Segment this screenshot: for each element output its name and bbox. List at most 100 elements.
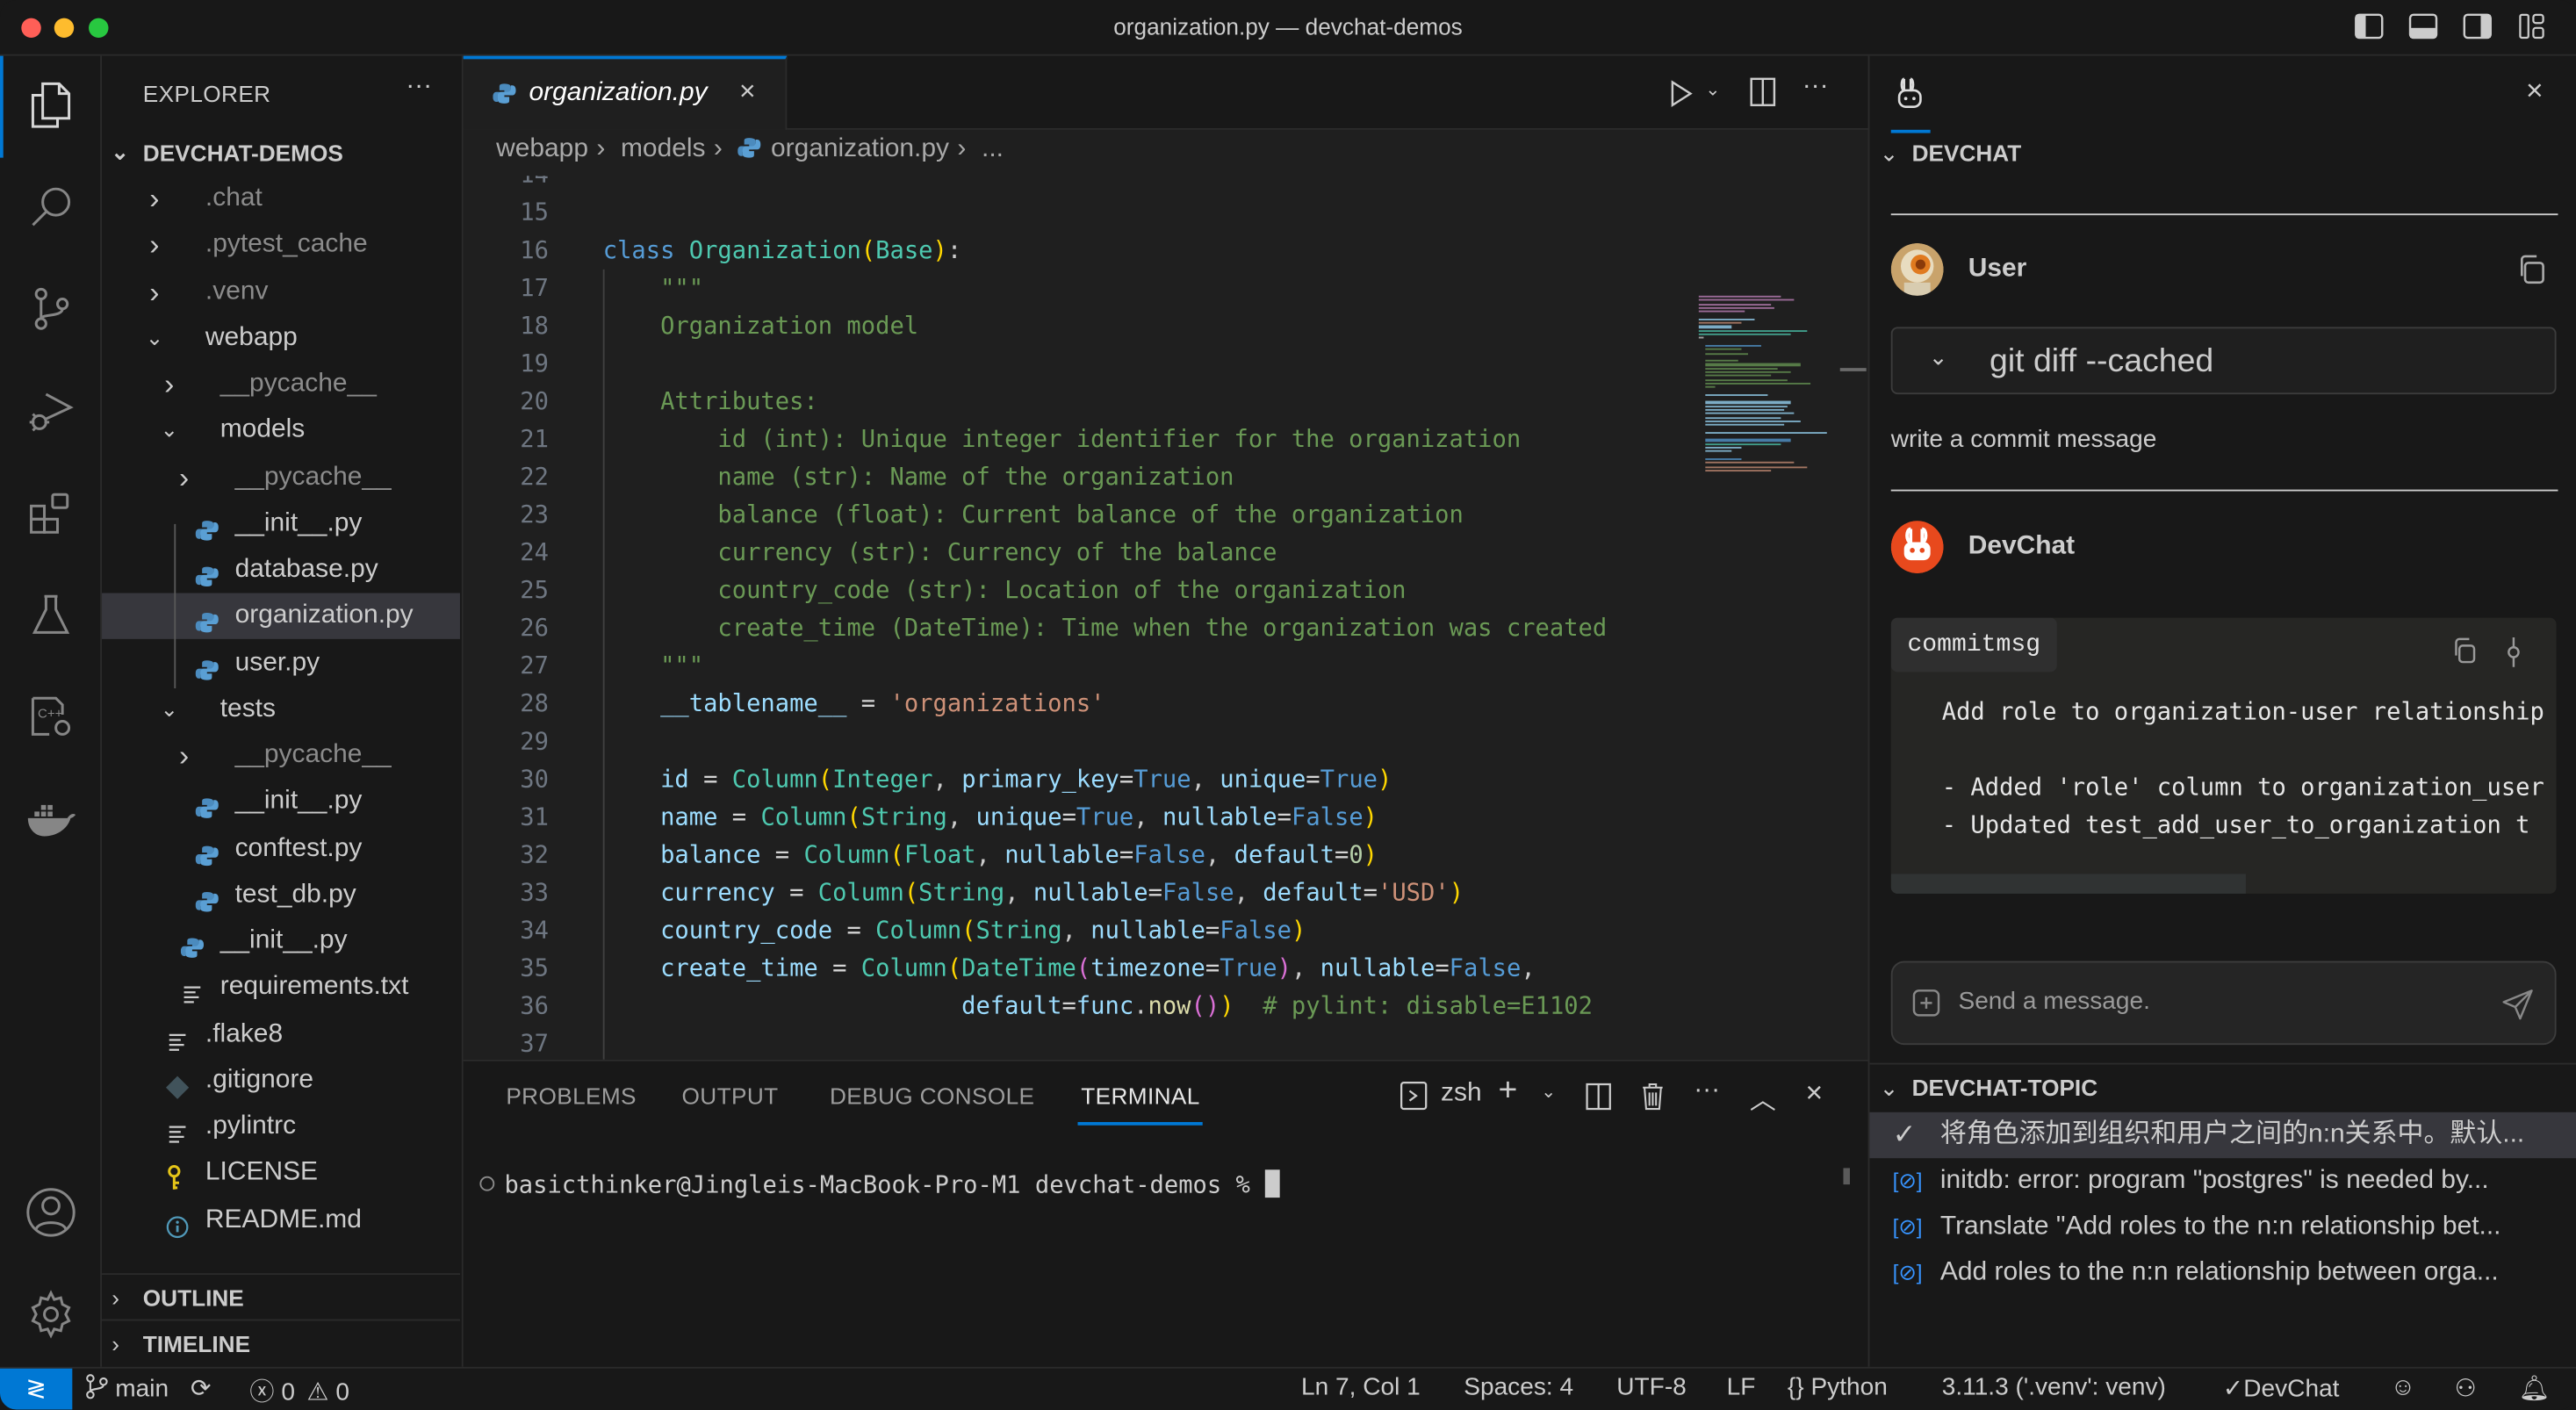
docker-button[interactable] (21, 788, 80, 847)
tree-file[interactable]: __init__.py (102, 779, 460, 824)
indentation[interactable]: Spaces: 4 (1464, 1373, 1573, 1401)
devchat-section-header[interactable]: ⌄ DEVCHAT (1880, 140, 2022, 168)
testing-button[interactable] (21, 585, 80, 644)
tree-file[interactable]: conftest.py (102, 825, 460, 871)
tree-folder[interactable]: ⌄ webapp (102, 315, 460, 361)
customize-layout-icon[interactable] (2517, 13, 2547, 40)
outline-section[interactable]: › OUTLINE (102, 1273, 460, 1319)
tab-output[interactable]: OUTPUT (682, 1083, 779, 1109)
tree-file[interactable]: requirements.txt (102, 965, 460, 1011)
accounts-button[interactable] (21, 1183, 80, 1241)
copy-code-icon[interactable] (2451, 637, 2478, 664)
tree-folder[interactable]: › .chat (102, 176, 460, 221)
toggle-secondary-sidebar-icon[interactable] (2463, 13, 2493, 40)
timeline-section[interactable]: › TIMELINE (102, 1319, 460, 1365)
horizontal-scrollbar[interactable] (1890, 874, 2246, 894)
devchat-status[interactable]: ✓DevChat (2223, 1373, 2340, 1403)
tree-folder[interactable]: › __pycache__ (102, 733, 460, 779)
close-panel-icon[interactable]: × (1805, 1076, 1823, 1111)
tree-folder[interactable]: › .venv (102, 269, 460, 314)
explorer-more-button[interactable]: ··· (406, 72, 432, 102)
tree-folder[interactable]: ⌄ models (102, 408, 460, 454)
tree-file[interactable]: database.py (102, 547, 460, 593)
shell-name[interactable]: zsh (1441, 1079, 1482, 1109)
toggle-panel-icon[interactable] (2408, 13, 2438, 40)
split-terminal-icon[interactable] (1586, 1083, 1612, 1111)
breadcrumb-symbol[interactable]: ... (982, 134, 1004, 162)
breadcrumb-models[interactable]: models (621, 134, 706, 162)
tree-file[interactable]: .gitignore (102, 1058, 460, 1104)
context-item[interactable]: ⌄ git diff --cached (1890, 327, 2557, 395)
copy-icon[interactable] (2517, 255, 2547, 284)
close-panel-icon[interactable]: × (2526, 74, 2544, 108)
tab-organization-py[interactable]: organization.py × (463, 55, 788, 130)
branch-indicator[interactable]: main (85, 1373, 169, 1403)
notifications-bell-icon[interactable]: 🔔︎ (2519, 1373, 2551, 1403)
tree-folder[interactable]: › __pycache__ (102, 454, 460, 500)
tab-terminal[interactable]: TERMINAL (1081, 1083, 1199, 1109)
tree-file[interactable]: .flake8 (102, 1011, 460, 1057)
tree-folder[interactable]: › .pytest_cache (102, 222, 460, 268)
source-control-button[interactable] (21, 279, 80, 338)
python-file-icon (180, 930, 205, 958)
devchat-logo-icon[interactable] (1896, 76, 1925, 112)
toggle-primary-sidebar-icon[interactable] (2354, 13, 2384, 40)
add-context-icon[interactable] (1912, 989, 1940, 1017)
topic-item[interactable]: [⊘] Add roles to the n:n relationship bet… (1869, 1250, 2576, 1296)
tab-problems[interactable]: PROBLEMS (506, 1083, 637, 1109)
extensions-button[interactable] (21, 483, 80, 542)
python-interpreter[interactable]: 3.11.3 ('.venv': venv) (1942, 1373, 2166, 1401)
topic-section-header[interactable]: ⌄ DEVCHAT-TOPIC (1880, 1075, 2097, 1103)
breadcrumb-file[interactable]: organization.py (771, 134, 949, 162)
tree-folder[interactable]: › __pycache__ (102, 362, 460, 407)
line-number: 36 (520, 994, 549, 1021)
run-dropdown-chevron-icon[interactable]: ⌄ (1705, 79, 1720, 100)
split-editor-icon[interactable] (1750, 77, 1776, 107)
cursor-position[interactable]: Ln 7, Col 1 (1301, 1373, 1421, 1401)
feedback-icon[interactable]: ⚇ (2455, 1373, 2477, 1403)
encoding[interactable]: UTF-8 (1616, 1373, 1687, 1401)
tree-file[interactable]: __init__.py (102, 918, 460, 964)
terminal-scrollbar[interactable] (1843, 1168, 1850, 1185)
more-actions-icon[interactable]: ··· (1694, 1076, 1720, 1106)
remote-indicator[interactable]: ≷ (0, 1368, 73, 1410)
maximize-panel-icon[interactable]: ︿ (1750, 1078, 1776, 1118)
tree-file[interactable]: LICENSE (102, 1150, 460, 1196)
tree-file[interactable]: user.py (102, 640, 460, 686)
trash-icon[interactable] (1641, 1081, 1664, 1111)
cpp-remote-button[interactable]: C++ (21, 687, 80, 745)
manage-button[interactable] (21, 1284, 80, 1343)
problems-indicator[interactable]: ⓧ 0 ⚠ 0 (249, 1373, 349, 1407)
message-input[interactable] (1954, 985, 2487, 1018)
tree-file[interactable]: .pylintrc (102, 1104, 460, 1149)
tree-file[interactable]: test_db.py (102, 872, 460, 917)
explorer-button[interactable] (21, 76, 80, 134)
copilot-icon[interactable]: ☺ (2391, 1373, 2416, 1401)
minimap[interactable] (1698, 295, 1833, 477)
sync-icon[interactable]: ⟳ (191, 1373, 212, 1403)
end-of-line[interactable]: LF (1727, 1373, 1756, 1401)
breadcrumb-webapp[interactable]: webapp (496, 134, 588, 162)
tree-file[interactable]: __init__.py (102, 500, 460, 546)
tab-close-button[interactable]: × (739, 76, 756, 108)
terminal-prompt-line[interactable]: basicthinker@Jingleis-MacBook-Pro-M1 dev… (479, 1169, 1280, 1199)
tree-folder[interactable]: ⌄ tests (102, 687, 460, 732)
workspace-root[interactable]: ⌄ DEVCHAT-DEMOS (102, 130, 460, 176)
search-button[interactable] (21, 177, 80, 236)
tab-debug-console[interactable]: DEBUG CONSOLE (830, 1083, 1034, 1109)
commit-icon[interactable] (2506, 636, 2522, 668)
terminal-dropdown-chevron-icon[interactable]: ⌄ (1541, 1081, 1556, 1102)
more-actions-icon[interactable]: ··· (1802, 72, 1829, 102)
code-editor[interactable]: 14 15 16 class Organization(Base): 17 """ 18 … (464, 176, 1868, 1060)
topic-item[interactable]: [⊘] Translate "Add roles to the n:n relat… (1869, 1205, 2576, 1250)
python-file-icon (738, 138, 761, 158)
tree-file[interactable]: organization.py (102, 593, 460, 640)
new-terminal-icon[interactable]: + (1499, 1073, 1518, 1111)
language-mode[interactable]: {} Python (1788, 1373, 1888, 1401)
run-icon[interactable] (1667, 79, 1694, 109)
send-icon[interactable] (2502, 989, 2534, 1020)
tree-file[interactable]: README.md (102, 1197, 460, 1242)
topic-item[interactable]: [⊘] initdb: error: program "postgres" is … (1869, 1158, 2576, 1204)
run-debug-button[interactable] (21, 381, 80, 440)
topic-item[interactable]: ✓ 将角色添加到组织和用户之间的n:n关系中。默认... (1869, 1111, 2576, 1159)
